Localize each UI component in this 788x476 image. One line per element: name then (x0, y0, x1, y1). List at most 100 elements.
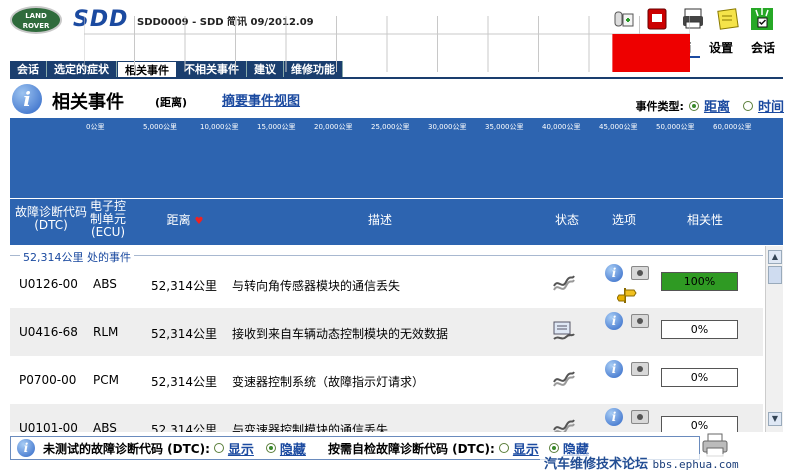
relevance-value: 0% (690, 323, 709, 336)
signpost-icon[interactable] (617, 286, 637, 304)
event-description: 与转向角传感器模块的通信丢失 (232, 279, 401, 293)
event-list: 52,314公里 处的事件 U0126-00 ABS 52,314公里 与转向角传感器… (10, 246, 763, 432)
table-row[interactable]: P0700-00 PCM 52,314公里 变速器控制系统（故障指示灯请求） i 0% (10, 356, 763, 404)
x-tick-label: 20,000公里 (314, 123, 353, 131)
header-relevance[interactable]: 相关性 (680, 214, 730, 227)
info-icon[interactable]: i (605, 312, 623, 330)
header-ecu[interactable]: 电子控制单元 (ECU) (88, 200, 128, 239)
sort-desc-icon: ♥ (194, 216, 204, 227)
scroll-thumb[interactable] (768, 266, 782, 284)
x-tick-label: 45,000公里 (599, 123, 638, 131)
intermittent-icon[interactable] (551, 368, 577, 390)
x-tick-label: 15,000公里 (257, 123, 296, 131)
table-row[interactable]: U0101-00 ABS 52,314公里 与变速器控制模块的通信丢失 i 0% (10, 404, 763, 432)
tab-settings[interactable]: 设置 (700, 40, 742, 58)
header-dtc[interactable]: 故障诊断代码 (DTC) (10, 206, 92, 232)
untested-show-radio[interactable] (213, 443, 224, 453)
event-description: 变速器控制系统（故障指示灯请求） (232, 375, 425, 389)
scroll-up-button[interactable]: ▲ (768, 250, 782, 264)
dtc-code: U0101-00 (19, 421, 78, 432)
info-icon[interactable]: i (605, 264, 623, 282)
x-tick-label: 50,000公里 (656, 123, 695, 131)
relevance-meter: 0% (661, 368, 738, 387)
info-icon[interactable]: i (12, 84, 42, 114)
relevance-meter: 0% (661, 320, 738, 339)
dtc-code: U0126-00 (19, 277, 78, 291)
radio-distance[interactable] (688, 100, 699, 111)
x-tick-label: 25,000公里 (371, 123, 410, 131)
x-tick-label: 30,000公里 (428, 123, 467, 131)
subtab-session[interactable]: 会话 (10, 61, 47, 78)
x-tick-label: 0公里 (86, 123, 105, 131)
forum-watermark: 汽车维修技术论坛 bbs.ephua.com (540, 454, 788, 476)
relevance-value: 100% (683, 275, 716, 288)
event-bar[interactable] (612, 34, 690, 72)
event-type-selector: 事件类型: 距离 时间 (636, 96, 784, 116)
intermittent-icon[interactable] (551, 272, 577, 294)
watermark-url: bbs.ephua.com (652, 458, 739, 471)
header-distance-label: 距离 (166, 213, 191, 227)
notes-icon[interactable] (716, 6, 740, 32)
chart-plot-area[interactable] (84, 16, 690, 72)
info-icon[interactable]: i (605, 360, 623, 378)
scroll-down-button[interactable]: ▼ (768, 412, 782, 426)
list-scrollbar[interactable]: ▲ ▼ (765, 246, 783, 432)
untested-show-link[interactable]: 显示 (228, 439, 254, 458)
land-rover-logo: LAND ROVER (10, 6, 62, 34)
event-distance: 52,314公里 (151, 279, 217, 293)
header-options[interactable]: 选项 (604, 214, 644, 227)
intermittent-icon[interactable] (551, 416, 577, 432)
table-header: 故障诊断代码 (DTC) 电子控制单元 (ECU) 距离 ♥ 描述 状态 选项 … (10, 199, 783, 245)
relevance-value: 0% (690, 419, 709, 432)
tab-session[interactable]: 会话 (742, 40, 784, 58)
distance-chart: 0公里 5,000公里 10,000公里 15,000公里 20,000公里 25,000… (10, 118, 783, 198)
selfcheck-hide-radio[interactable] (548, 443, 559, 453)
x-tick-label: 60,000公里 (713, 123, 752, 131)
event-type-time[interactable]: 时间 (758, 96, 784, 115)
camera-icon[interactable] (631, 314, 649, 328)
ecu-status-icon[interactable] (551, 320, 577, 342)
event-distance: 52,314公里 (151, 327, 217, 341)
untested-hide-link[interactable]: 隐藏 (280, 439, 306, 458)
ecu-name: PCM (93, 373, 119, 387)
ecu-name: ABS (93, 421, 117, 432)
camera-icon[interactable] (631, 266, 649, 280)
untested-hide-radio[interactable] (265, 443, 276, 453)
event-description: 接收到来自车辆动态控制模块的无效数据 (232, 327, 449, 341)
relevance-value: 0% (690, 371, 709, 384)
summary-event-view-link[interactable]: 摘要事件视图 (222, 90, 300, 109)
camera-icon[interactable] (631, 410, 649, 424)
untested-dtc-label: 未测试的故障诊断代码 (DTC): (43, 441, 210, 456)
relevance-meter: 100% (661, 272, 738, 291)
relevance-meter: 0% (661, 416, 738, 432)
dtc-code: U0416-68 (19, 325, 78, 339)
event-description: 与变速器控制模块的通信丢失 (232, 423, 389, 432)
selfcheck-show-link[interactable]: 显示 (513, 439, 539, 458)
header-status[interactable]: 状态 (547, 214, 587, 227)
page-subtitle: (距离) (155, 96, 188, 109)
x-tick-label: 10,000公里 (200, 123, 239, 131)
x-tick-label: 5,000公里 (143, 123, 178, 131)
camera-icon[interactable] (631, 362, 649, 376)
radio-time[interactable] (742, 100, 753, 111)
ecu-name: ABS (93, 277, 117, 291)
watermark-text: 汽车维修技术论坛 (544, 457, 649, 472)
table-row[interactable]: U0416-68 RLM 52,314公里 接收到来自车辆动态控制模块的无效数据 i 0% (10, 308, 763, 356)
event-distance: 52,314公里 (151, 375, 217, 389)
vci-status-icon[interactable] (750, 6, 774, 32)
x-tick-label: 35,000公里 (485, 123, 524, 131)
event-distance: 52,314公里 (151, 423, 217, 432)
x-tick-label: 40,000公里 (542, 123, 581, 131)
header-description[interactable]: 描述 (340, 214, 420, 227)
selfcheck-dtc-label: 按需自检故障诊断代码 (DTC): (327, 441, 495, 456)
header-distance[interactable]: 距离 ♥ (160, 214, 210, 228)
divider (10, 77, 783, 79)
selfcheck-show-radio[interactable] (498, 443, 509, 453)
table-row[interactable]: U0126-00 ABS 52,314公里 与转向角传感器模块的通信丢失 i 100% (10, 260, 763, 308)
ecu-name: RLM (93, 325, 119, 339)
dtc-code: P0700-00 (19, 373, 77, 387)
event-type-distance[interactable]: 距离 (704, 96, 730, 115)
page-title: 相关事件 (52, 92, 124, 113)
info-icon[interactable]: i (17, 439, 35, 457)
info-icon[interactable]: i (605, 408, 623, 426)
